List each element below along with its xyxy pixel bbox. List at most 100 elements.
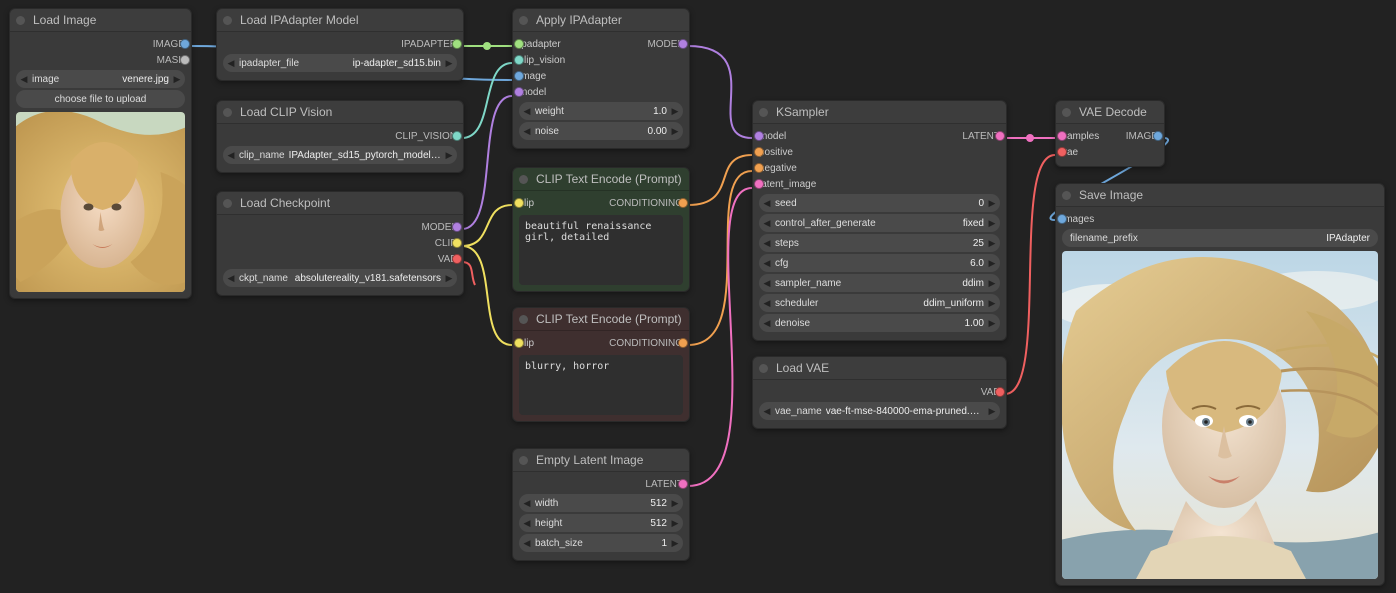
arrow-right-icon[interactable]: ▶	[988, 218, 996, 229]
collapse-icon[interactable]	[16, 16, 25, 25]
port-mask-out[interactable]	[180, 55, 190, 65]
node-clip-text-encode-positive[interactable]: CLIP Text Encode (Prompt) clipCONDITIONI…	[512, 167, 690, 292]
arrow-right-icon[interactable]: ▶	[671, 538, 679, 549]
prompt-text[interactable]: blurry, horror	[519, 355, 683, 415]
arrow-left-icon[interactable]: ◀	[227, 150, 235, 161]
widget-scheduler[interactable]: ◀schedulerddim_uniform▶	[759, 294, 1000, 312]
collapse-icon[interactable]	[519, 456, 528, 465]
port-positive-in[interactable]	[754, 147, 764, 157]
node-title[interactable]: CLIP Text Encode (Prompt)	[513, 168, 689, 191]
arrow-right-icon[interactable]: ▶	[988, 318, 996, 329]
upload-button[interactable]: choose file to upload	[16, 90, 185, 108]
port-clip-out[interactable]	[452, 238, 462, 248]
node-title[interactable]: Load VAE	[753, 357, 1006, 380]
node-title[interactable]: Save Image	[1056, 184, 1384, 207]
port-latent-image-in[interactable]	[754, 179, 764, 189]
arrow-left-icon[interactable]: ◀	[763, 198, 771, 209]
port-latent-out[interactable]	[995, 131, 1005, 141]
port-conditioning-out[interactable]	[678, 198, 688, 208]
arrow-left-icon[interactable]: ◀	[523, 126, 531, 137]
arrow-right-icon[interactable]: ▶	[445, 58, 453, 69]
node-title[interactable]: Load CLIP Vision	[217, 101, 463, 124]
arrow-right-icon[interactable]: ▶	[671, 518, 679, 529]
prompt-text[interactable]: beautiful renaissance girl, detailed	[519, 215, 683, 285]
node-vae-decode[interactable]: VAE Decode samplesIMAGE vae	[1055, 100, 1165, 167]
arrow-left-icon[interactable]: ◀	[523, 106, 531, 117]
port-clipvision-out[interactable]	[452, 131, 462, 141]
node-empty-latent-image[interactable]: Empty Latent Image LATENT ◀width512▶ ◀he…	[512, 448, 690, 561]
collapse-icon[interactable]	[519, 175, 528, 184]
widget-height[interactable]: ◀height512▶	[519, 514, 683, 532]
arrow-left-icon[interactable]: ◀	[763, 318, 771, 329]
widget-image-file[interactable]: ◀ image venere.jpg ▶	[16, 70, 185, 88]
arrow-left-icon[interactable]: ◀	[227, 58, 235, 69]
port-image-out[interactable]	[1153, 131, 1163, 141]
arrow-right-icon[interactable]: ▶	[988, 198, 996, 209]
arrow-left-icon[interactable]: ◀	[20, 74, 28, 85]
port-images-in[interactable]	[1057, 214, 1067, 224]
widget-ipadapter-file[interactable]: ◀ ipadapter_file ip-adapter_sd15.bin ▶	[223, 54, 457, 72]
widget-steps[interactable]: ◀steps25▶	[759, 234, 1000, 252]
port-ipadapter-out[interactable]	[452, 39, 462, 49]
arrow-left-icon[interactable]: ◀	[763, 218, 771, 229]
arrow-right-icon[interactable]: ▶	[671, 126, 679, 137]
node-title[interactable]: Load Image	[10, 9, 191, 32]
widget-vae-name[interactable]: ◀vae_namevae-ft-mse-840000-ema-pruned.sa…	[759, 402, 1000, 420]
collapse-icon[interactable]	[1062, 191, 1071, 200]
port-conditioning-out[interactable]	[678, 338, 688, 348]
node-ksampler[interactable]: KSampler modelLATENT positive negative l…	[752, 100, 1007, 341]
arrow-right-icon[interactable]: ▶	[988, 278, 996, 289]
collapse-icon[interactable]	[759, 364, 768, 373]
collapse-icon[interactable]	[1062, 108, 1071, 117]
widget-filename-prefix[interactable]: filename_prefixIPAdapter	[1062, 229, 1378, 247]
arrow-right-icon[interactable]: ▶	[445, 150, 453, 161]
port-image-in[interactable]	[514, 71, 524, 81]
node-load-ipadapter-model[interactable]: Load IPAdapter Model IPADAPTER ◀ ipadapt…	[216, 8, 464, 81]
collapse-icon[interactable]	[519, 16, 528, 25]
widget-cfg[interactable]: ◀cfg6.0▶	[759, 254, 1000, 272]
node-title[interactable]: KSampler	[753, 101, 1006, 124]
widget-weight[interactable]: ◀weight1.0▶	[519, 102, 683, 120]
node-load-vae[interactable]: Load VAE VAE ◀vae_namevae-ft-mse-840000-…	[752, 356, 1007, 429]
arrow-left-icon[interactable]: ◀	[523, 518, 531, 529]
widget-denoise[interactable]: ◀denoise1.00▶	[759, 314, 1000, 332]
arrow-right-icon[interactable]: ▶	[173, 74, 181, 85]
port-negative-in[interactable]	[754, 163, 764, 173]
port-model-in[interactable]	[754, 131, 764, 141]
port-model-out[interactable]	[452, 222, 462, 232]
widget-clip-name[interactable]: ◀ clip_name IPAdapter_sd15_pytorch_model…	[223, 146, 457, 164]
port-clipvision-in[interactable]	[514, 55, 524, 65]
widget-batch-size[interactable]: ◀batch_size1▶	[519, 534, 683, 552]
port-latent-out[interactable]	[678, 479, 688, 489]
node-apply-ipadapter[interactable]: Apply IPAdapter ipadapterMODEL clip_visi…	[512, 8, 690, 149]
arrow-right-icon[interactable]: ▶	[671, 498, 679, 509]
port-samples-in[interactable]	[1057, 131, 1067, 141]
arrow-left-icon[interactable]: ◀	[523, 498, 531, 509]
node-title[interactable]: Load IPAdapter Model	[217, 9, 463, 32]
node-load-checkpoint[interactable]: Load Checkpoint MODEL CLIP VAE ◀ ckpt_na…	[216, 191, 464, 296]
widget-control-after-generate[interactable]: ◀control_after_generatefixed▶	[759, 214, 1000, 232]
arrow-right-icon[interactable]: ▶	[988, 238, 996, 249]
widget-noise[interactable]: ◀noise0.00▶	[519, 122, 683, 140]
collapse-icon[interactable]	[519, 315, 528, 324]
node-save-image[interactable]: Save Image images filename_prefixIPAdapt…	[1055, 183, 1385, 586]
widget-sampler-name[interactable]: ◀sampler_nameddim▶	[759, 274, 1000, 292]
arrow-left-icon[interactable]: ◀	[763, 278, 771, 289]
port-vae-out[interactable]	[995, 387, 1005, 397]
port-clip-in[interactable]	[514, 338, 524, 348]
arrow-right-icon[interactable]: ▶	[988, 406, 996, 417]
port-vae-in[interactable]	[1057, 147, 1067, 157]
collapse-icon[interactable]	[223, 199, 232, 208]
widget-width[interactable]: ◀width512▶	[519, 494, 683, 512]
port-ipadapter-in[interactable]	[514, 39, 524, 49]
arrow-left-icon[interactable]: ◀	[763, 258, 771, 269]
arrow-left-icon[interactable]: ◀	[763, 298, 771, 309]
arrow-right-icon[interactable]: ▶	[445, 273, 453, 284]
arrow-left-icon[interactable]: ◀	[763, 238, 771, 249]
arrow-right-icon[interactable]: ▶	[988, 298, 996, 309]
arrow-right-icon[interactable]: ▶	[671, 106, 679, 117]
collapse-icon[interactable]	[223, 108, 232, 117]
widget-seed[interactable]: ◀seed0▶	[759, 194, 1000, 212]
port-vae-out[interactable]	[452, 254, 462, 264]
arrow-left-icon[interactable]: ◀	[227, 273, 235, 284]
